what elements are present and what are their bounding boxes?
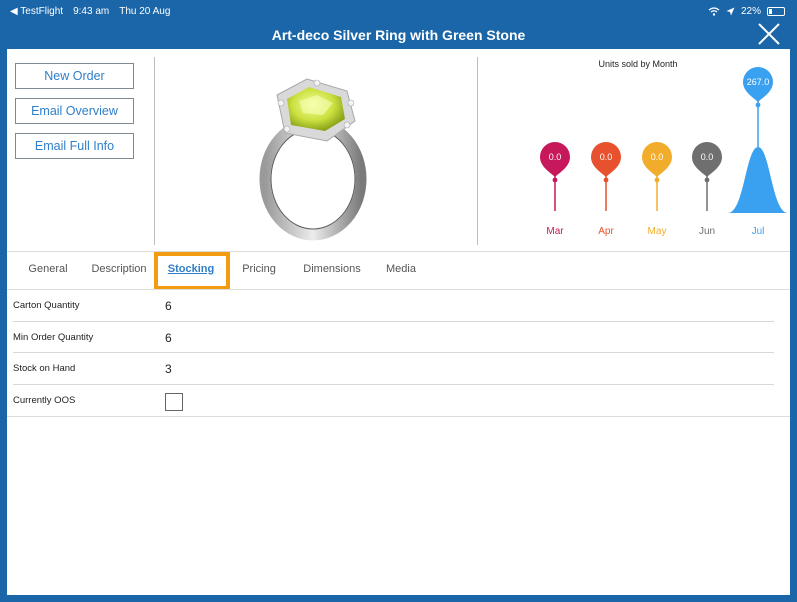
tab-pricing[interactable]: Pricing xyxy=(235,252,283,288)
area-jul xyxy=(728,147,787,213)
stock-on-hand-value[interactable]: 3 xyxy=(165,362,172,376)
new-order-button[interactable]: New Order xyxy=(15,63,134,89)
email-overview-button[interactable]: Email Overview xyxy=(15,98,134,124)
units-sold-chart: Units sold by Month 0.0 Mar 0.0 Apr 0.0 May 0.… xyxy=(540,59,787,237)
divider-left xyxy=(154,57,155,245)
stem-dot-jul xyxy=(755,102,761,108)
email-full-info-button[interactable]: Email Full Info xyxy=(15,133,134,159)
carton-quantity-value[interactable]: 6 xyxy=(165,299,172,313)
carton-quantity-label: Carton Quantity xyxy=(13,300,80,311)
month-label-may: May xyxy=(648,226,667,237)
battery-percent: 22% xyxy=(740,6,761,17)
month-label-jul: Jul xyxy=(752,226,765,237)
product-image[interactable] xyxy=(247,59,387,251)
status-time: 9:43 am xyxy=(73,6,110,17)
status-bar: ◀ TestFlight 9:43 am Thu 20 Aug 22% xyxy=(0,0,797,22)
wifi-icon xyxy=(708,7,720,16)
field-row-min-order-quantity: Min Order Quantity 6 xyxy=(7,322,790,353)
currently-oos-checkbox[interactable] xyxy=(165,392,183,411)
product-panel: New Order Email Overview Email Full Info xyxy=(7,49,790,595)
page-title: Art-deco Silver Ring with Green Stone xyxy=(271,27,526,43)
stem-dot-may xyxy=(654,177,660,183)
min-order-quantity-label: Min Order Quantity xyxy=(13,331,94,343)
month-label-jun: Jun xyxy=(699,226,715,237)
value-label-jul: 267.0 xyxy=(747,77,770,87)
tab-description[interactable]: Description xyxy=(85,252,153,288)
month-label-mar: Mar xyxy=(546,226,564,237)
value-label-apr: 0.0 xyxy=(600,152,613,162)
stem-dot-mar xyxy=(552,177,558,183)
divider-right xyxy=(477,57,478,245)
field-row-currently-oos: Currently OOS xyxy=(7,385,790,417)
stock-on-hand-label: Stock on Hand xyxy=(13,363,76,374)
field-row-carton-quantity: Carton Quantity 6 xyxy=(7,290,790,322)
tab-media[interactable]: Media xyxy=(381,252,421,288)
stocking-fields: Carton Quantity 6 Min Order Quantity 6 S… xyxy=(7,290,790,416)
stem-dot-jun xyxy=(704,177,710,183)
action-buttons: New Order Email Overview Email Full Info xyxy=(15,63,135,168)
value-label-may: 0.0 xyxy=(651,152,664,162)
chart-title: Units sold by Month xyxy=(598,59,677,69)
close-icon[interactable] xyxy=(755,20,783,48)
field-row-stock-on-hand: Stock on Hand 3 xyxy=(7,353,790,385)
min-order-quantity-value[interactable]: 6 xyxy=(165,331,172,345)
value-label-mar: 0.0 xyxy=(549,152,562,162)
tab-general[interactable]: General xyxy=(17,252,79,288)
tab-bar: General Description Stocking Pricing Dimensi… xyxy=(7,252,790,288)
tab-stocking[interactable]: Stocking xyxy=(159,252,223,288)
divider-fields-end xyxy=(7,416,790,417)
back-to-app-link[interactable]: ◀ TestFlight xyxy=(10,6,63,17)
month-label-apr: Apr xyxy=(598,226,614,237)
stem-dot-apr xyxy=(603,177,609,183)
tab-dimensions[interactable]: Dimensions xyxy=(295,252,369,288)
status-date: Thu 20 Aug xyxy=(119,6,171,17)
value-label-jun: 0.0 xyxy=(701,152,714,162)
location-icon xyxy=(726,7,735,16)
currently-oos-label: Currently OOS xyxy=(13,394,76,406)
battery-icon xyxy=(767,7,785,16)
